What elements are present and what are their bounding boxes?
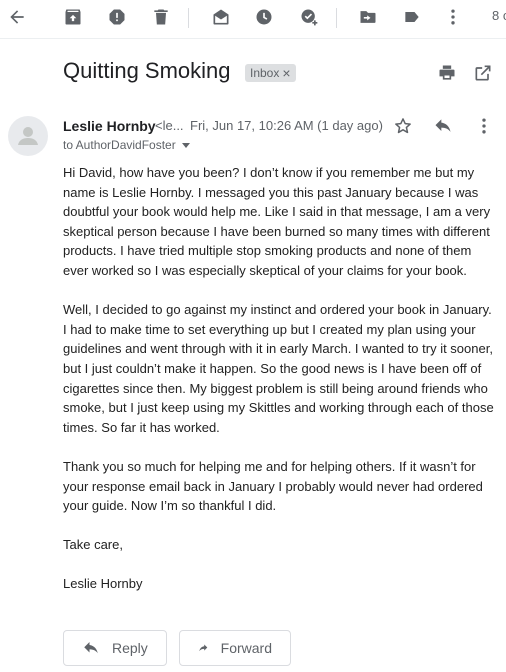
toolbar: 8 c: [0, 0, 506, 39]
message-more-icon[interactable]: [473, 115, 495, 137]
body-paragraph: Hi David, how have you been? I don’t kno…: [63, 165, 491, 278]
body-paragraph: Well, I decided to go against my instinc…: [63, 302, 494, 435]
remove-label-button[interactable]: ×: [282, 65, 290, 81]
email-date: Fri, Jun 17, 10:26 AM (1 day ago): [190, 118, 383, 133]
reply-icon[interactable]: [432, 115, 454, 137]
star-icon[interactable]: [392, 115, 414, 137]
recipient-text: to AuthorDavidFoster: [63, 138, 176, 152]
archive-icon[interactable]: [61, 5, 85, 29]
report-spam-icon[interactable]: [105, 5, 129, 29]
label-text: Inbox: [250, 66, 280, 80]
caret-down-icon[interactable]: [181, 143, 190, 148]
inbox-label-chip: Inbox ×: [245, 64, 296, 82]
forward-button-label: Forward: [220, 640, 272, 656]
delete-icon[interactable]: [149, 5, 173, 29]
reply-arrow-icon: [84, 642, 98, 654]
forward-arrow-icon: [199, 644, 208, 652]
toolbar-divider: [336, 8, 337, 28]
email-subject: Quitting Smoking: [63, 58, 231, 83]
body-signature: Leslie Hornby: [63, 576, 143, 592]
move-to-icon[interactable]: [356, 5, 380, 29]
page-count: 8 c: [492, 8, 506, 23]
reply-button[interactable]: Reply: [63, 630, 167, 666]
forward-button[interactable]: Forward: [179, 630, 291, 666]
open-in-new-window-icon[interactable]: [473, 63, 493, 83]
mark-unread-icon[interactable]: [209, 5, 233, 29]
sender-name: Leslie Hornby: [63, 118, 156, 134]
recipient-details[interactable]: to AuthorDavidFoster: [63, 138, 190, 152]
back-icon[interactable]: [5, 5, 29, 29]
reply-button-label: Reply: [112, 640, 148, 656]
toolbar-divider: [188, 8, 189, 28]
body-paragraph: Take care,: [63, 537, 123, 553]
print-icon[interactable]: [437, 63, 457, 83]
snooze-icon[interactable]: [252, 5, 276, 29]
more-icon[interactable]: [441, 5, 465, 29]
sender-avatar: [8, 116, 48, 156]
body-paragraph: Thank you so much for helping me and for…: [63, 458, 483, 514]
add-to-tasks-icon[interactable]: [297, 5, 321, 29]
label-icon[interactable]: [400, 5, 424, 29]
email-body: Hi David, how have you been? I don’t kno…: [63, 163, 498, 614]
sender-email: <le...: [155, 118, 184, 133]
